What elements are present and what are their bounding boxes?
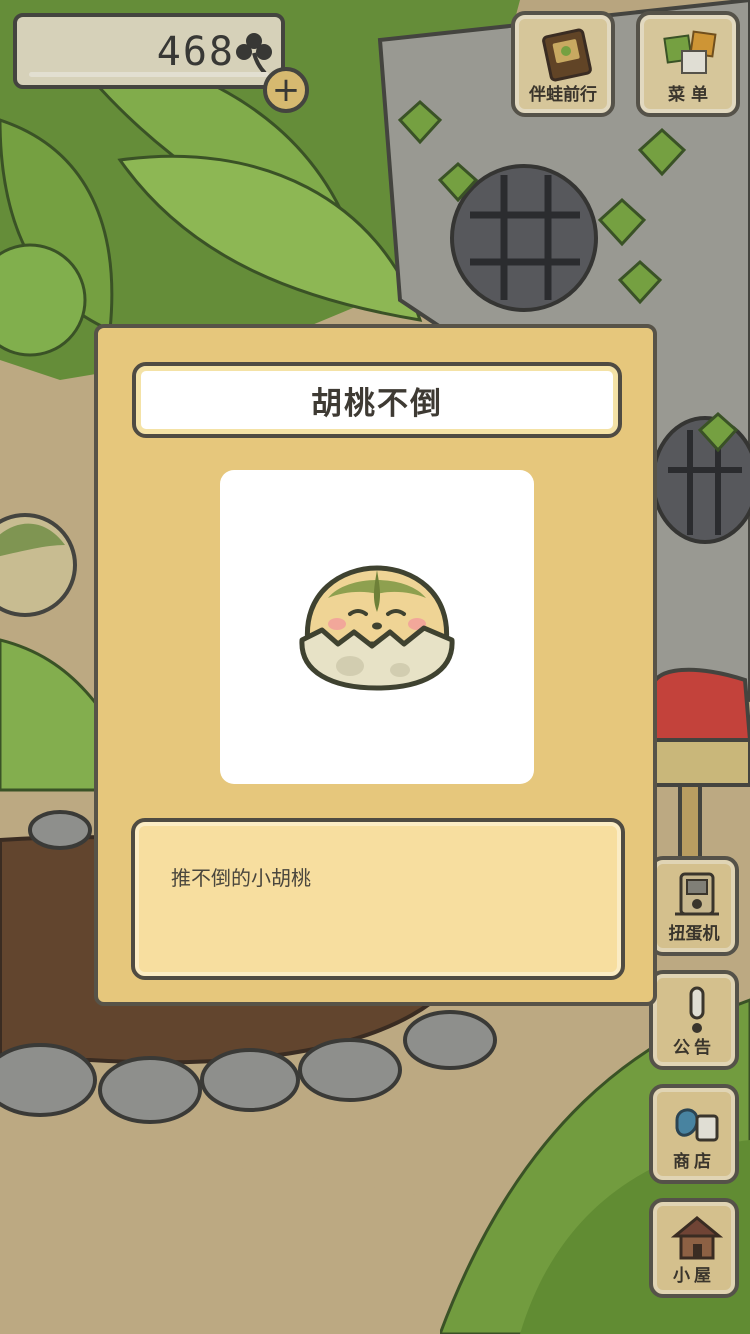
item-description-box: 推不倒的小胡桃 [131,818,625,980]
item-title-box: 胡桃不倒 [132,362,622,438]
walnut-chick-icon [299,565,455,691]
item-image-frame [220,470,534,784]
item-description: 推不倒的小胡桃 [171,866,311,890]
item-detail-card: 胡桃不倒 推不倒的小胡桃 [94,324,657,1006]
item-title: 胡桃不倒 [311,385,443,422]
